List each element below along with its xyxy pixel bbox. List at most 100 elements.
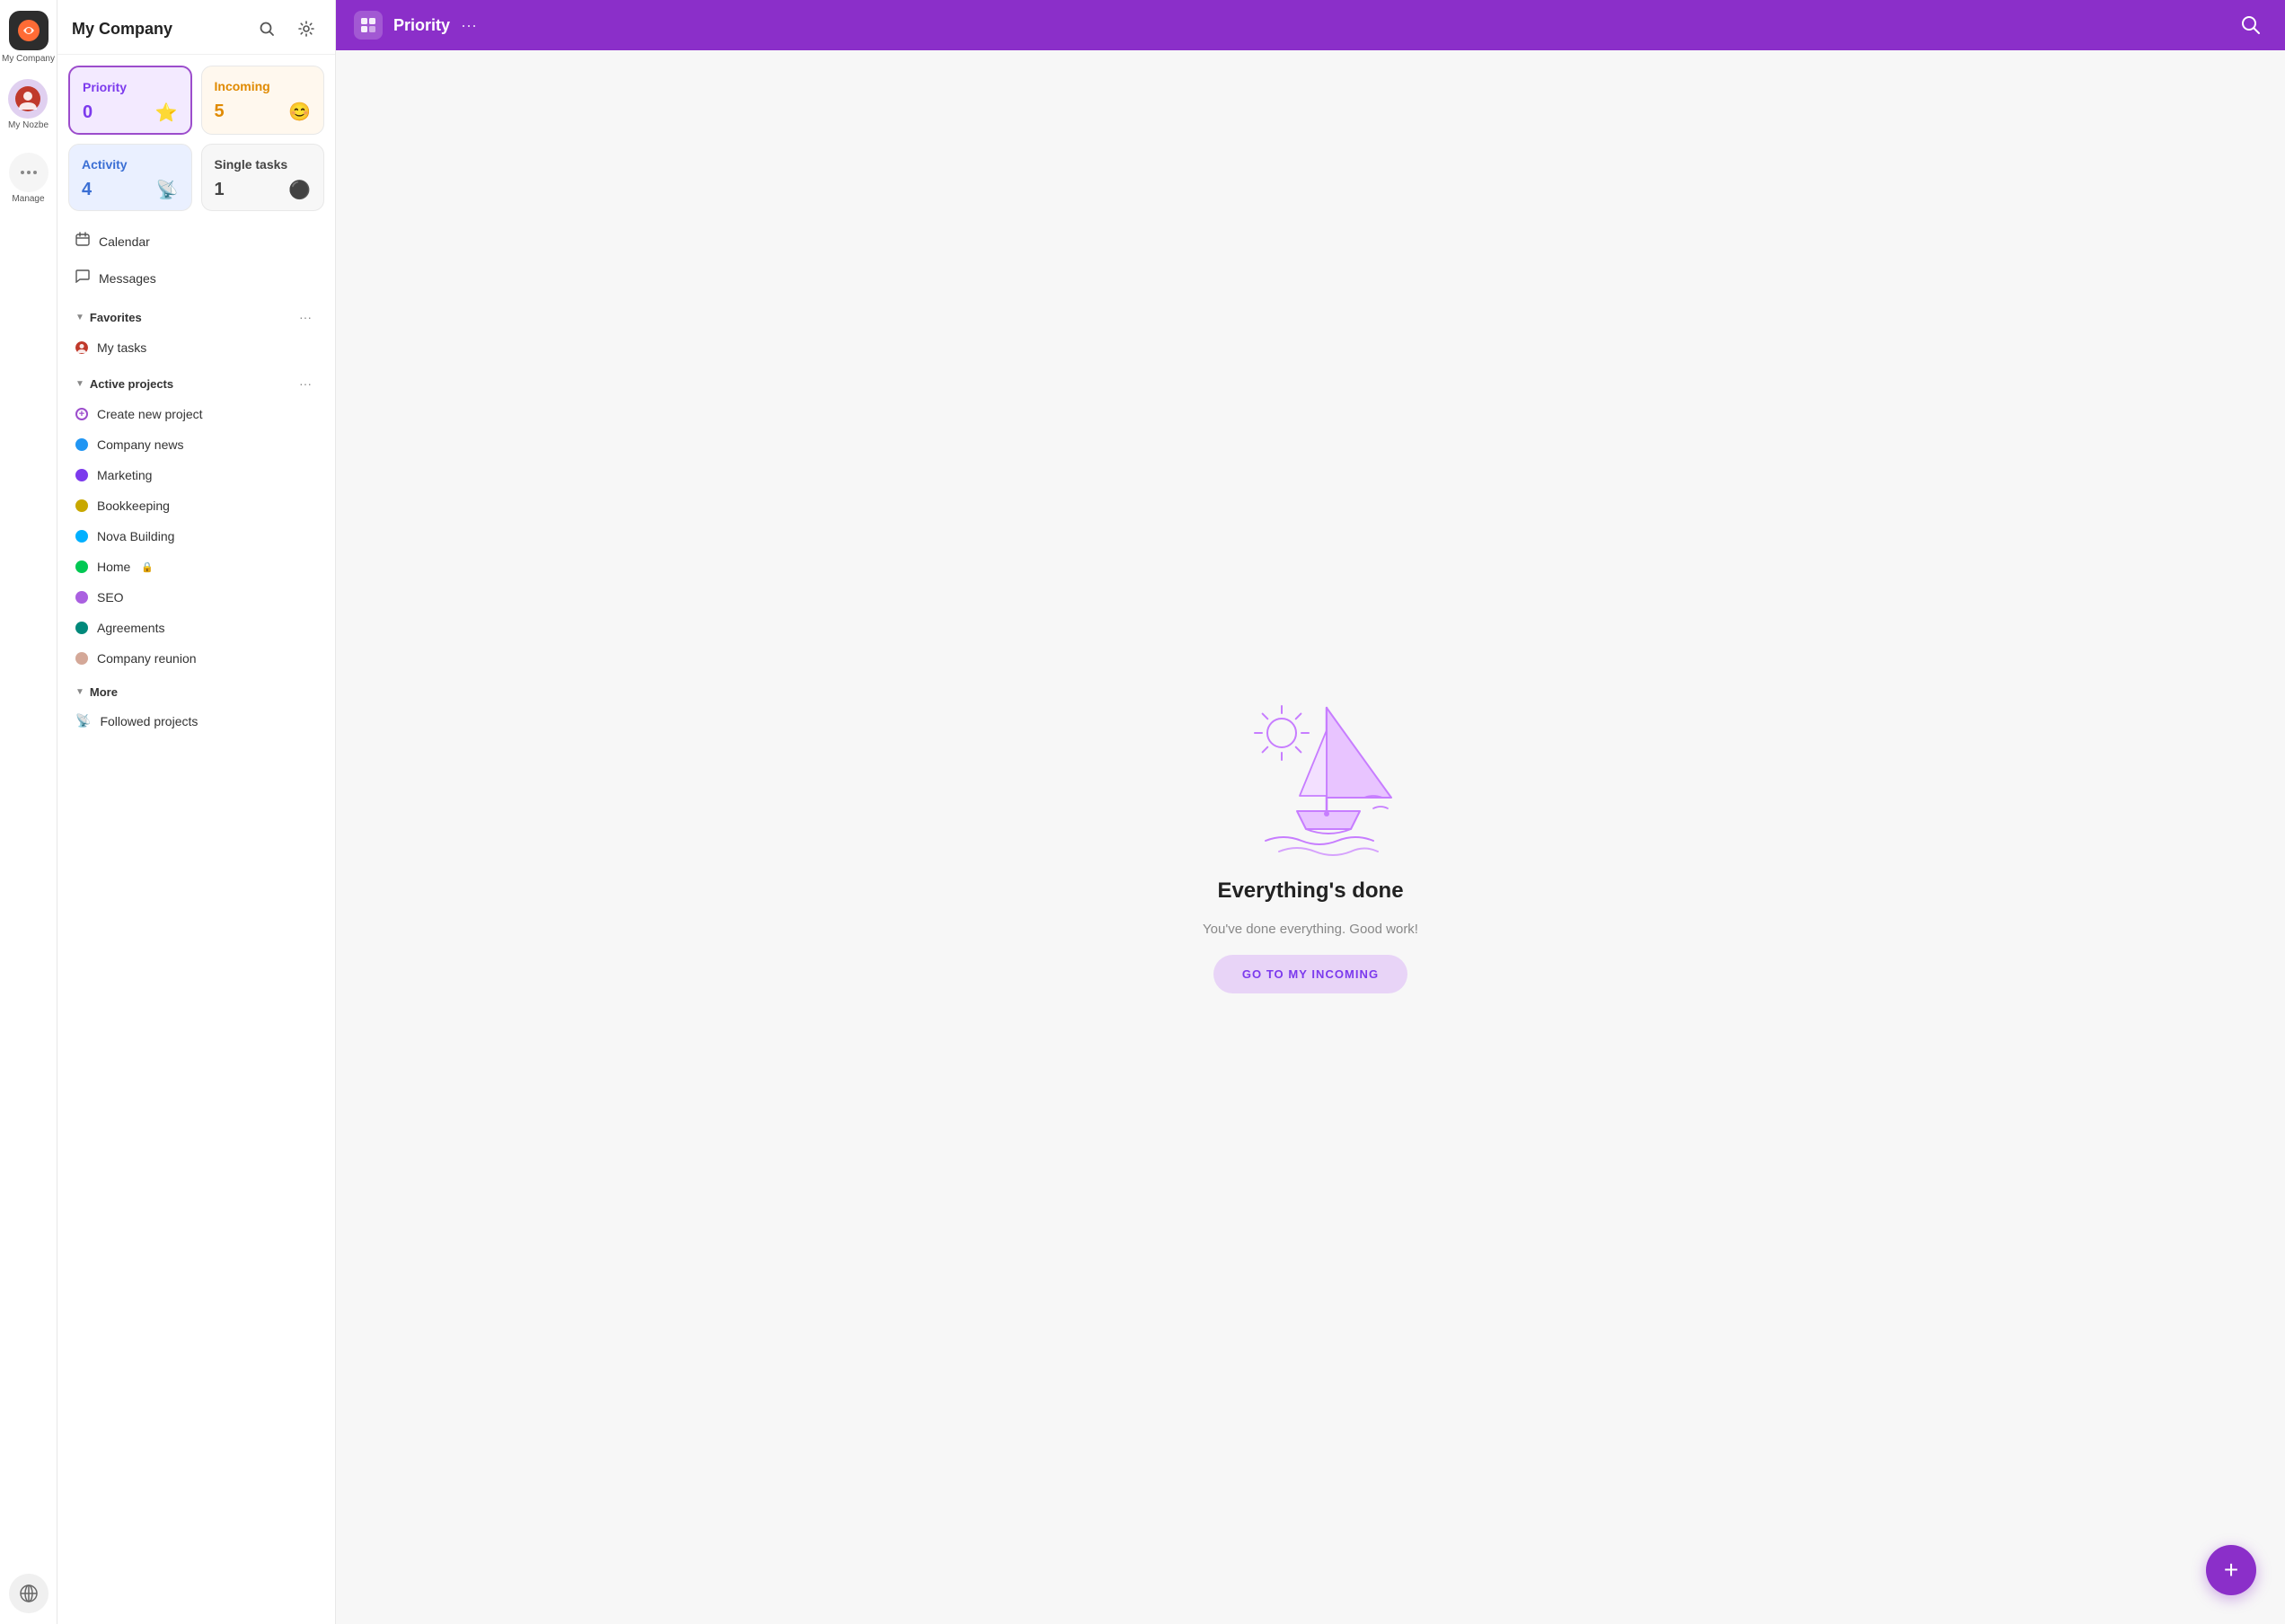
more-section-title: More [90,685,118,699]
main-header-title: Priority [393,16,450,35]
sailboat-illustration [1212,681,1409,861]
sidebar-item-marketing[interactable]: Marketing [68,461,324,490]
sidebar-item-nova-building[interactable]: Nova Building [68,522,324,551]
active-projects-section-toggle[interactable]: ▼ Active projects [75,377,173,391]
sidebar-header-icons [252,14,321,43]
empty-state-text: Everything's done [1217,878,1403,904]
more-section-header: ▼ More [68,678,324,702]
sidebar-settings-button[interactable] [292,14,321,43]
company-name-label: My Company [2,54,55,65]
activity-card[interactable]: Activity 4 📡 [68,144,192,211]
company-reunion-dot [75,652,88,665]
sidebar-header: My Company [57,0,335,55]
sidebar-item-company-reunion[interactable]: Company reunion [68,644,324,673]
priority-card-count: 0 [83,102,93,123]
nova-building-dot [75,530,88,543]
my-nozbe-item[interactable]: My Nozbe [8,79,49,146]
nova-building-label: Nova Building [97,529,174,543]
calendar-icon [75,232,90,251]
calendar-label: Calendar [99,234,150,249]
messages-label: Messages [99,271,156,286]
active-projects-section-title: Active projects [90,377,173,391]
priority-app-icon [354,11,383,40]
single-tasks-card-count: 1 [215,180,225,200]
sidebar-item-agreements[interactable]: Agreements [68,613,324,642]
priority-card-icon: ⭐ [155,102,178,124]
single-tasks-card[interactable]: Single tasks 1 ⚫ [201,144,325,211]
favorites-chevron-icon: ▼ [75,313,84,322]
agreements-label: Agreements [97,621,164,635]
icon-bar: My Company My Nozbe Manage [0,0,57,1624]
create-project-label: Create new project [97,407,203,421]
priority-card-label: Priority [83,80,178,94]
incoming-card[interactable]: Incoming 5 😊 [201,66,325,135]
go-to-incoming-button[interactable]: GO TO MY INCOMING [1213,955,1407,993]
header-more-button[interactable]: ··· [461,16,477,35]
single-tasks-card-icon: ⚫ [288,179,311,201]
activity-card-icon: 📡 [156,179,179,201]
my-nozbe-label: My Nozbe [8,120,49,131]
cards-grid: Priority 0 ⭐ Incoming 5 😊 Activity 4 📡 [68,66,324,211]
sidebar-search-button[interactable] [252,14,281,43]
incoming-card-icon: 😊 [288,101,311,123]
sidebar-item-messages[interactable]: Messages [68,260,324,296]
sidebar-item-calendar[interactable]: Calendar [68,224,324,259]
home-dot [75,560,88,573]
main-header: Priority ··· [336,0,2285,50]
active-projects-section-header: ▼ Active projects ··· [68,367,324,396]
sidebar-item-home[interactable]: Home 🔒 [68,552,324,581]
incoming-card-count: 5 [215,102,225,122]
sidebar-item-create-project[interactable]: + Create new project [68,400,324,428]
home-label: Home [97,560,130,574]
sidebar-item-company-news[interactable]: Company news [68,430,324,459]
icon-bar-bottom [9,1574,49,1613]
priority-card[interactable]: Priority 0 ⭐ [68,66,192,135]
company-reunion-label: Company reunion [97,651,197,666]
agreements-dot [75,622,88,634]
sidebar-item-bookkeeping[interactable]: Bookkeeping [68,491,324,520]
activity-card-label: Activity [82,157,179,172]
empty-state-subtitle: You've done everything. Good work! [1203,922,1418,937]
my-tasks-avatar [75,341,88,354]
main-header-left: Priority ··· [354,11,477,40]
favorites-more-button[interactable]: ··· [294,308,317,326]
incoming-card-label: Incoming [215,79,312,93]
followed-projects-label: Followed projects [100,714,198,728]
favorites-section-toggle[interactable]: ▼ Favorites [75,311,142,324]
company-logo-icon[interactable] [9,11,49,50]
active-projects-chevron-icon: ▼ [75,379,84,389]
fab-add-button[interactable]: + [2206,1545,2256,1595]
single-tasks-card-label: Single tasks [215,157,312,172]
globe-icon[interactable] [9,1574,49,1613]
sidebar-item-followed-projects[interactable]: 📡 Followed projects [68,706,324,736]
more-section-toggle[interactable]: ▼ More [75,685,118,699]
active-projects-more-button[interactable]: ··· [294,375,317,393]
seo-label: SEO [97,590,124,605]
header-search-icon[interactable] [2235,9,2267,41]
bookkeeping-dot [75,499,88,512]
main-body: Everything's done You've done everything… [336,50,2285,1624]
marketing-label: Marketing [97,468,152,482]
sidebar-item-my-tasks[interactable]: My tasks [68,333,324,362]
marketing-dot [75,469,88,481]
favorites-section-title: Favorites [90,311,142,324]
manage-item[interactable] [9,153,49,192]
empty-state-title: Everything's done [1217,878,1403,904]
more-chevron-icon: ▼ [75,687,84,697]
company-news-dot [75,438,88,451]
sidebar: My Company Priority 0 [57,0,336,1624]
company-news-label: Company news [97,437,184,452]
favorites-section-header: ▼ Favorites ··· [68,301,324,330]
messages-icon [75,269,90,287]
manage-label: Manage [12,194,44,205]
home-lock-icon: 🔒 [141,561,154,573]
followed-projects-icon: 📡 [75,713,91,728]
seo-dot [75,591,88,604]
main-content: Priority ··· [336,0,2285,1624]
my-tasks-label: My tasks [97,340,146,355]
sidebar-title: My Company [72,20,172,39]
sidebar-item-seo[interactable]: SEO [68,583,324,612]
create-project-icon: + [75,408,88,420]
bookkeeping-label: Bookkeeping [97,499,170,513]
activity-card-count: 4 [82,180,92,200]
